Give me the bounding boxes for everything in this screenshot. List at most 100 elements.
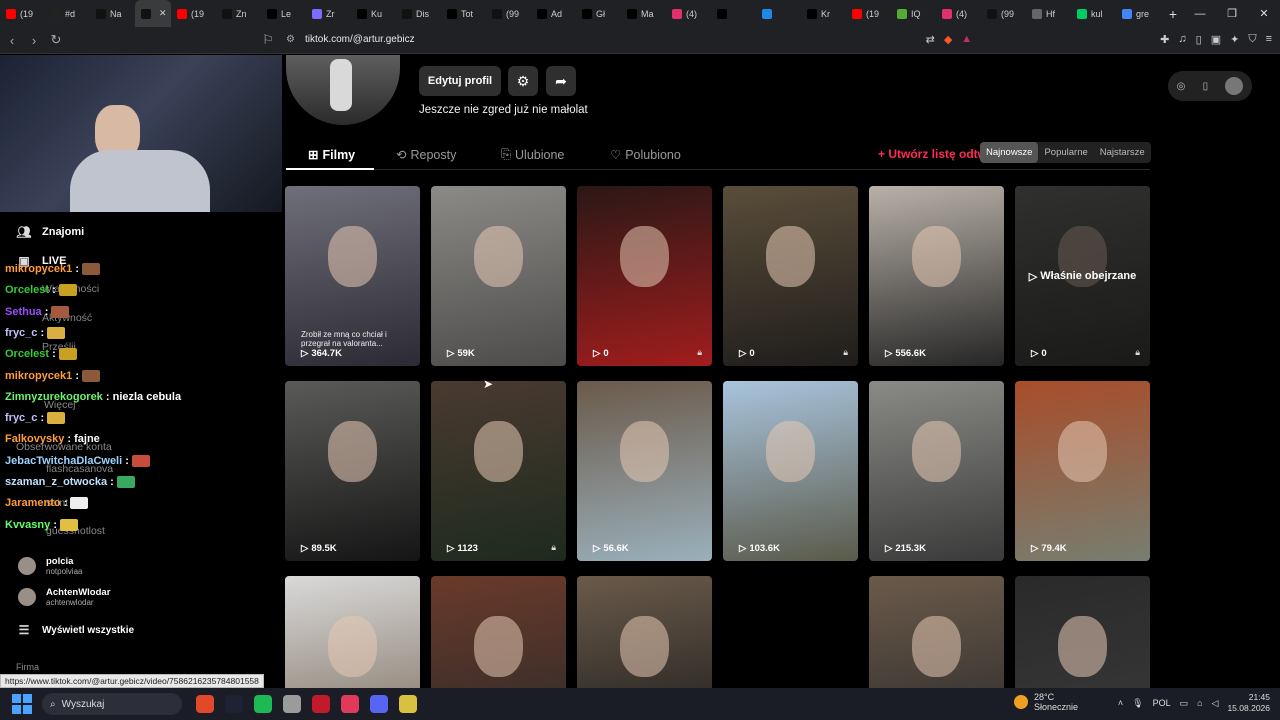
video-tile[interactable]: Zrobił ze mną co chciał i przegrał na va… — [285, 186, 420, 366]
browser-tab[interactable]: Dis — [396, 0, 441, 27]
browser-tab[interactable]: Zn — [216, 0, 261, 27]
browser-tab[interactable] — [756, 0, 801, 27]
sort-newest[interactable]: Najnowsze — [980, 142, 1039, 163]
followed-account[interactable]: polcia notpolviaa — [18, 556, 82, 576]
browser-tab[interactable]: IQ — [891, 0, 936, 27]
video-tile[interactable] — [431, 576, 566, 688]
browser-tab[interactable]: (19 — [0, 0, 45, 27]
video-tile[interactable]: ▷ 0 🔒︎ — [577, 186, 712, 366]
taskbar-app-icon[interactable] — [225, 695, 243, 713]
browser-tab[interactable]: Zr — [306, 0, 351, 27]
video-tile[interactable] — [577, 576, 712, 688]
profile-avatar[interactable] — [286, 55, 400, 125]
browser-tab[interactable]: Kr — [801, 0, 846, 27]
browser-tab[interactable]: Tot — [441, 0, 486, 27]
sort-popular[interactable]: Popularne — [1038, 142, 1093, 163]
sort-oldest[interactable]: Najstarsze — [1094, 142, 1151, 163]
tab-filmy[interactable]: ⊞ Filmy — [308, 147, 355, 163]
browser-tab[interactable]: Gł — [576, 0, 621, 27]
new-tab-button[interactable]: + — [1161, 6, 1185, 22]
brave-shield-icon[interactable]: ◆ — [944, 33, 952, 46]
browser-tab[interactable]: ✕ — [135, 0, 171, 27]
maximize-icon[interactable]: ❐ — [1216, 0, 1248, 27]
video-tile[interactable]: ▷ 556.6K — [869, 186, 1004, 366]
share-button[interactable]: ➦ — [546, 66, 576, 96]
taskbar-app-icon[interactable] — [399, 695, 417, 713]
taskbar-app-icon[interactable] — [254, 695, 272, 713]
tab-reposty[interactable]: ⟲ Reposty — [396, 147, 456, 163]
browser-tab[interactable]: #d — [45, 0, 90, 27]
browser-tab[interactable]: (99 — [486, 0, 531, 27]
browser-tab[interactable]: (4) — [936, 0, 981, 27]
browser-tab[interactable]: Na — [90, 0, 135, 27]
url-field[interactable]: tiktok.com/@artur.gebicz — [305, 34, 415, 45]
phone-icon[interactable]: ▯ — [1203, 81, 1209, 92]
video-tile[interactable]: ▷ 0 🔒︎ — [723, 186, 858, 366]
close-tab-icon[interactable]: ✕ — [159, 8, 167, 19]
sidebar-item-znajomi[interactable]: 👥︎ Znajomi — [16, 225, 84, 239]
browser-tab[interactable]: Ad — [531, 0, 576, 27]
browser-tab[interactable]: Ma — [621, 0, 666, 27]
followed-account[interactable]: AchtenWlodar achtenwlodar — [18, 587, 110, 607]
forward-icon[interactable]: › — [24, 33, 44, 48]
reload-icon[interactable]: ↻ — [46, 32, 66, 48]
sidebar-firma-link[interactable]: Firma — [16, 662, 39, 672]
close-window-icon[interactable]: ✕ — [1248, 0, 1280, 27]
display-icon[interactable]: ▭ — [1180, 698, 1189, 709]
show-all-button[interactable]: ☰ Wyświetl wszystkie — [16, 623, 134, 637]
browser-tab[interactable]: kul — [1071, 0, 1116, 27]
tab-ulubione[interactable]: ⎘ Ulubione — [501, 147, 564, 162]
browser-tab[interactable] — [711, 0, 756, 27]
wallet-icon[interactable]: ▣ — [1211, 33, 1221, 46]
video-tile[interactable]: ▷ Właśnie obejrzane ▷ 0 🔒︎ — [1015, 186, 1150, 366]
taskbar-search[interactable]: ⌕ Wyszukaj — [42, 693, 182, 715]
taskbar-app-icon[interactable] — [312, 695, 330, 713]
extensions-icon[interactable]: ✚ — [1160, 33, 1169, 46]
minimize-icon[interactable]: — — [1184, 0, 1216, 27]
video-tile[interactable] — [869, 576, 1004, 688]
rewards-icon[interactable]: ▲ — [961, 33, 972, 46]
ai-icon[interactable]: ✦ — [1230, 33, 1239, 46]
volume-icon[interactable]: ◁ — [1212, 698, 1219, 709]
user-avatar-icon[interactable] — [1225, 77, 1244, 95]
tab-polubiono[interactable]: ♡ Polubiono — [610, 147, 681, 163]
browser-tab[interactable]: Le — [261, 0, 306, 27]
taskbar-app-icon[interactable] — [341, 695, 359, 713]
taskbar-app-icon[interactable] — [370, 695, 388, 713]
browser-tab[interactable]: Hf — [1026, 0, 1071, 27]
language-indicator[interactable]: POL — [1153, 698, 1171, 708]
browser-tab[interactable]: (19 — [171, 0, 216, 27]
video-tile[interactable]: ▷ 1123 🔒︎ — [431, 381, 566, 561]
network-icon[interactable]: ⌂ — [1197, 698, 1202, 708]
video-tile[interactable] — [1015, 576, 1150, 688]
browser-tab[interactable]: (19 — [846, 0, 891, 27]
bookmark-icon[interactable]: ⚐ — [258, 32, 278, 48]
weather-widget[interactable]: 28°C Słonecznie — [1014, 692, 1078, 712]
translate-icon[interactable]: ⇄ — [926, 33, 935, 46]
browser-tab[interactable]: Ku — [351, 0, 396, 27]
browser-tab[interactable]: (4) — [666, 0, 711, 27]
browser-tab[interactable]: gre — [1116, 0, 1161, 27]
browser-tab[interactable]: (99 — [981, 0, 1026, 27]
vpn-icon[interactable]: ⛉ — [1248, 33, 1256, 46]
video-tile[interactable]: ▷ 89.5K — [285, 381, 420, 561]
back-icon[interactable]: ‹ — [2, 33, 22, 48]
menu-icon[interactable]: ≡ — [1266, 33, 1272, 46]
video-tile[interactable]: ▷ 79.4K — [1015, 381, 1150, 561]
settings-button[interactable]: ⚙ — [508, 66, 538, 96]
taskbar-app-icon[interactable] — [196, 695, 214, 713]
video-tile[interactable] — [285, 576, 420, 688]
compass-icon[interactable]: ◎ — [1177, 81, 1186, 92]
sidebar-toggle-icon[interactable]: ▯ — [1196, 33, 1202, 46]
video-tile[interactable]: ▷ 103.6K — [723, 381, 858, 561]
edit-profile-button[interactable]: Edytuj profil — [419, 66, 501, 96]
windows-start-icon[interactable] — [12, 694, 32, 714]
video-tile[interactable]: ▷ 56.6K — [577, 381, 712, 561]
music-icon[interactable]: ♫ — [1178, 33, 1186, 46]
taskbar-app-icon[interactable] — [283, 695, 301, 713]
video-tile[interactable]: ▷ 59K — [431, 186, 566, 366]
video-tile[interactable]: ▷ 215.3K — [869, 381, 1004, 561]
chevron-up-icon[interactable]: ˄ — [1118, 698, 1123, 708]
microphone-icon[interactable]: 🎙︎ — [1132, 698, 1143, 709]
site-info-icon[interactable]: ⚙ — [286, 34, 295, 45]
